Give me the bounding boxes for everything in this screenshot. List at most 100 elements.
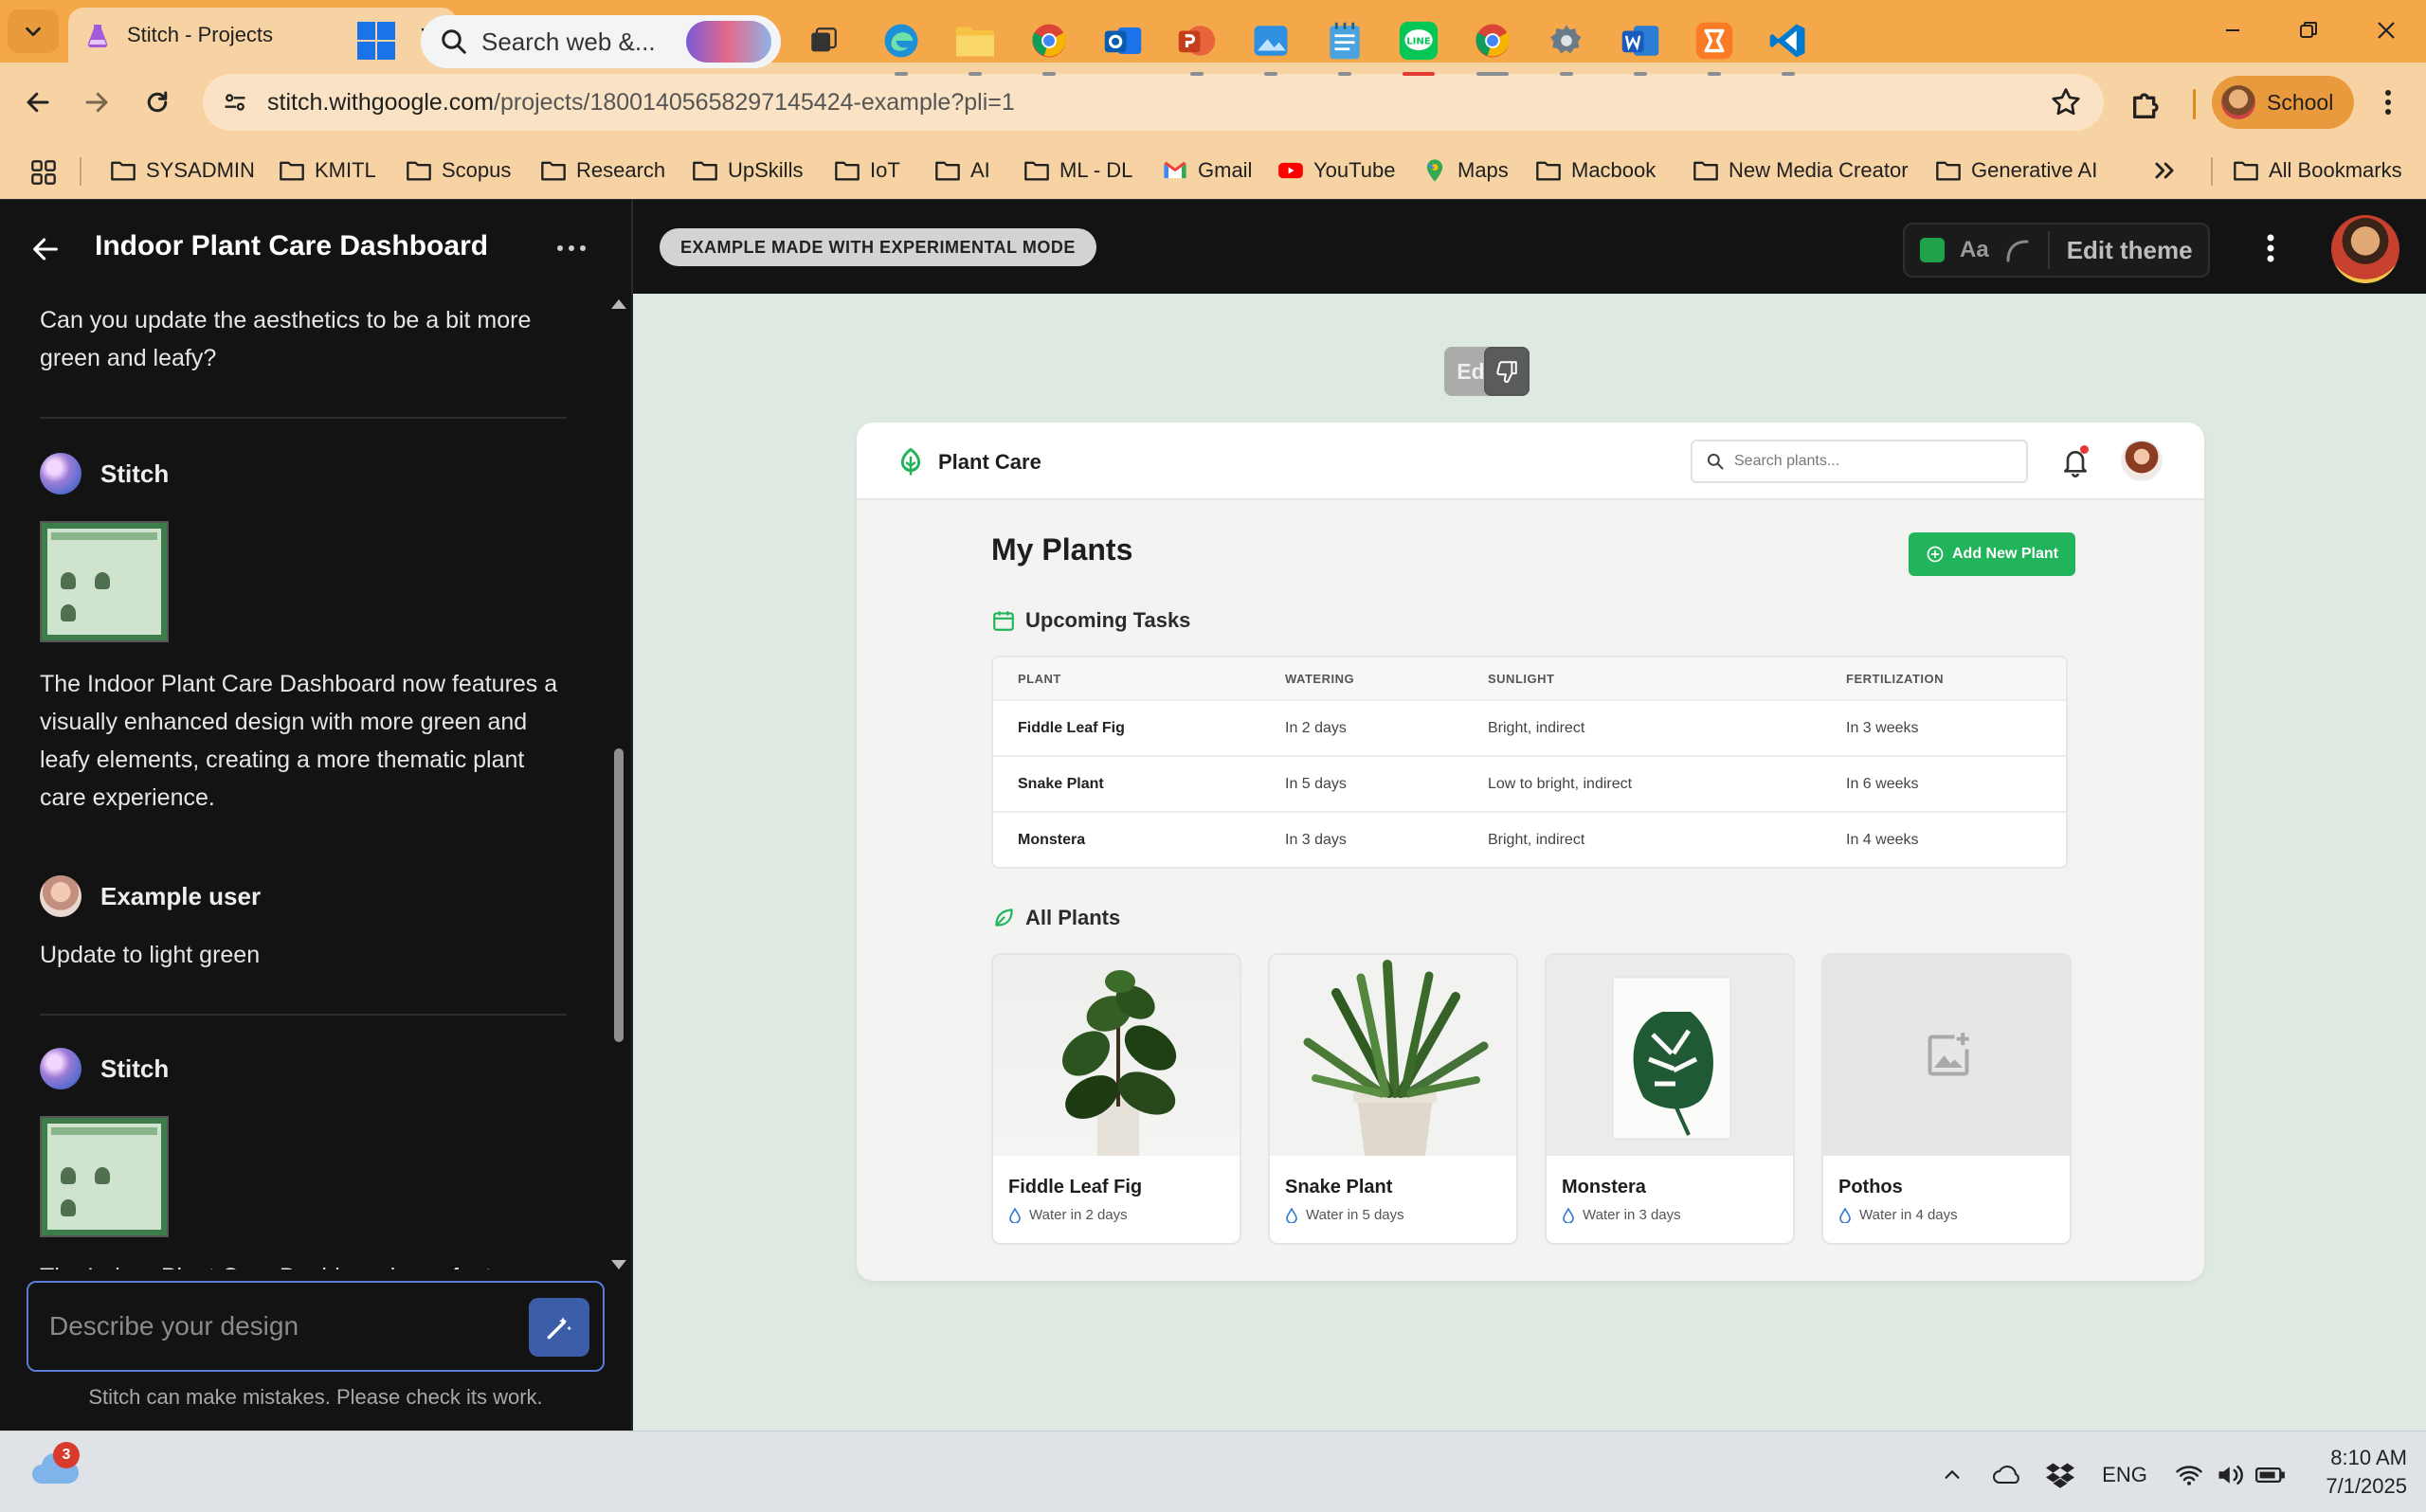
app-menu-button[interactable] <box>2252 225 2290 272</box>
plant-card[interactable]: Snake Plant Water in 5 days <box>1268 953 1518 1245</box>
generate-button[interactable] <box>529 1298 589 1357</box>
bookmarks-divider <box>80 157 81 186</box>
design-thumbnail[interactable] <box>40 521 169 642</box>
profile-label: School <box>2267 89 2334 115</box>
taskbar-app-task-view[interactable] <box>798 15 849 66</box>
magic-wand-icon <box>547 1317 572 1340</box>
taskbar-app-chrome-profile[interactable] <box>1023 15 1075 76</box>
preview-user-avatar[interactable] <box>2121 440 2163 481</box>
all-plants-heading: All Plants <box>991 906 1120 930</box>
address-bar[interactable]: stitch.withgoogle.com/projects/180014056… <box>203 74 2104 131</box>
onedrive-tray[interactable] <box>1988 1459 2026 1491</box>
upcoming-tasks-heading: Upcoming Tasks <box>991 608 1190 633</box>
taskbar-app-file-explorer[interactable] <box>950 15 1001 76</box>
taskbar-app-outlook[interactable] <box>1097 15 1149 66</box>
taskbar-search[interactable]: Search web &... <box>421 15 781 68</box>
column-header-sunlight: SUNLIGHT <box>1488 671 1555 686</box>
close-window-button[interactable] <box>2358 11 2415 49</box>
plus-circle-icon <box>1927 546 1944 563</box>
back-to-projects-button[interactable] <box>25 228 66 270</box>
taskbar-app-photos[interactable] <box>1245 15 1296 76</box>
scroll-down-icon[interactable] <box>611 1260 626 1269</box>
apps-grid-icon[interactable] <box>30 159 57 186</box>
bookmark-folder[interactable]: Macbook <box>1535 152 1656 189</box>
scrollbar-thumb[interactable] <box>614 748 624 1042</box>
start-button[interactable] <box>351 15 402 66</box>
theme-color-swatch[interactable] <box>1920 238 1945 262</box>
thumbs-down-button[interactable] <box>1484 347 1530 396</box>
taskbar-app-notepad[interactable] <box>1319 15 1370 76</box>
notifications-button[interactable] <box>2060 445 2091 479</box>
profile-button[interactable]: School <box>2212 76 2354 129</box>
user-avatar[interactable] <box>2331 215 2399 283</box>
bookmark-folder[interactable]: ML - DL <box>1023 152 1132 189</box>
input-language[interactable]: ENG <box>2094 1459 2155 1491</box>
table-row[interactable]: Snake Plant In 5 days Low to bright, ind… <box>993 755 2066 811</box>
bookmark-folder[interactable]: UpSkills <box>692 152 803 189</box>
all-bookmarks-button[interactable]: All Bookmarks <box>2233 152 2402 189</box>
prompt-input[interactable] <box>49 1305 523 1347</box>
bookmark-youtube[interactable]: YouTube <box>1277 152 1395 189</box>
site-info-icon[interactable] <box>214 81 256 123</box>
photos-icon <box>1254 26 1288 56</box>
close-icon <box>2378 22 2395 39</box>
weather-widget[interactable]: 3 <box>28 1442 81 1495</box>
scroll-up-icon[interactable] <box>611 299 626 309</box>
table-row[interactable]: Fiddle Leaf Fig In 2 days Bright, indire… <box>993 699 2066 755</box>
preview-logo[interactable]: Plant Care <box>896 447 1041 477</box>
reload-button[interactable] <box>135 80 180 125</box>
show-hidden-icons-button[interactable] <box>1933 1459 1971 1491</box>
stitch-avatar <box>40 1048 81 1089</box>
taskbar-app-chrome[interactable] <box>1467 15 1518 76</box>
font-selector[interactable]: Aa <box>1960 237 1989 263</box>
taskbar-app-word[interactable] <box>1615 15 1666 76</box>
tab-search-button[interactable] <box>8 9 59 53</box>
taskbar-app-xampp[interactable] <box>1689 15 1740 76</box>
restore-window-button[interactable] <box>2280 11 2337 49</box>
back-button[interactable] <box>15 80 61 125</box>
taskbar-app-settings[interactable] <box>1541 15 1592 76</box>
bookmark-folder[interactable]: New Media Creator <box>1693 152 1909 189</box>
theme-controls[interactable]: Aa Edit theme <box>1903 223 2210 278</box>
browser-menu-button[interactable] <box>2369 83 2407 121</box>
table-row[interactable]: Monstera In 3 days Bright, indirect In 4… <box>993 811 2066 867</box>
minimize-window-button[interactable] <box>2204 11 2261 49</box>
bookmark-folder[interactable]: Generative AI <box>1935 152 2097 189</box>
bookmark-folder[interactable]: SYSADMIN <box>110 152 255 189</box>
volume-tray[interactable] <box>2212 1459 2250 1491</box>
plant-card[interactable]: Fiddle Leaf Fig Water in 2 days <box>991 953 1241 1245</box>
forward-button[interactable] <box>74 80 119 125</box>
bookmark-folder[interactable]: KMITL <box>279 152 376 189</box>
taskbar-app-edge[interactable] <box>876 15 927 76</box>
preview-search-input[interactable] <box>1734 453 2009 470</box>
bookmark-folder[interactable]: Scopus <box>406 152 511 189</box>
design-preview-frame[interactable]: Plant Care My Plants Add New Plant Upcom… <box>857 423 2204 1281</box>
table-header-row: PLANT WATERING SUNLIGHT FERTILIZATION <box>993 657 2066 699</box>
add-new-plant-button[interactable]: Add New Plant <box>1909 532 2075 576</box>
extensions-puzzle-icon[interactable] <box>2128 85 2166 123</box>
wifi-tray[interactable] <box>2170 1459 2208 1491</box>
plant-card[interactable]: Pothos Water in 4 days <box>1821 953 2072 1245</box>
bookmark-folder[interactable]: AI <box>934 152 990 189</box>
system-clock[interactable]: 8:10 AM 7/1/2025 <box>2293 1444 2407 1501</box>
design-thumbnail[interactable] <box>40 1116 169 1237</box>
more-bookmarks-button[interactable] <box>2151 152 2187 189</box>
message-author: Stitch <box>40 1048 169 1089</box>
corner-radius-icon[interactable] <box>2002 236 2031 264</box>
plant-card[interactable]: Monstera Water in 3 days <box>1545 953 1795 1245</box>
disclaimer-text: Stitch can make mistakes. Please check i… <box>88 1385 543 1409</box>
edit-theme-button[interactable]: Edit theme <box>2067 236 2193 265</box>
bookmark-maps[interactable]: Maps <box>1421 152 1509 189</box>
dropbox-tray[interactable] <box>2041 1459 2079 1491</box>
bookmark-folder[interactable]: IoT <box>834 152 900 189</box>
bookmark-star-icon[interactable] <box>2049 85 2083 119</box>
panel-divider <box>631 200 633 295</box>
chevron-up-icon <box>1945 1469 1960 1479</box>
taskbar-app-vscode[interactable] <box>1763 15 1814 76</box>
taskbar-app-powerpoint[interactable] <box>1171 15 1222 76</box>
battery-tray[interactable] <box>2252 1459 2290 1491</box>
bookmark-gmail[interactable]: Gmail <box>1162 152 1252 189</box>
project-menu-button[interactable] <box>548 232 595 264</box>
bookmark-folder[interactable]: Research <box>540 152 665 189</box>
taskbar-app-line[interactable]: LINE <box>1393 15 1444 76</box>
